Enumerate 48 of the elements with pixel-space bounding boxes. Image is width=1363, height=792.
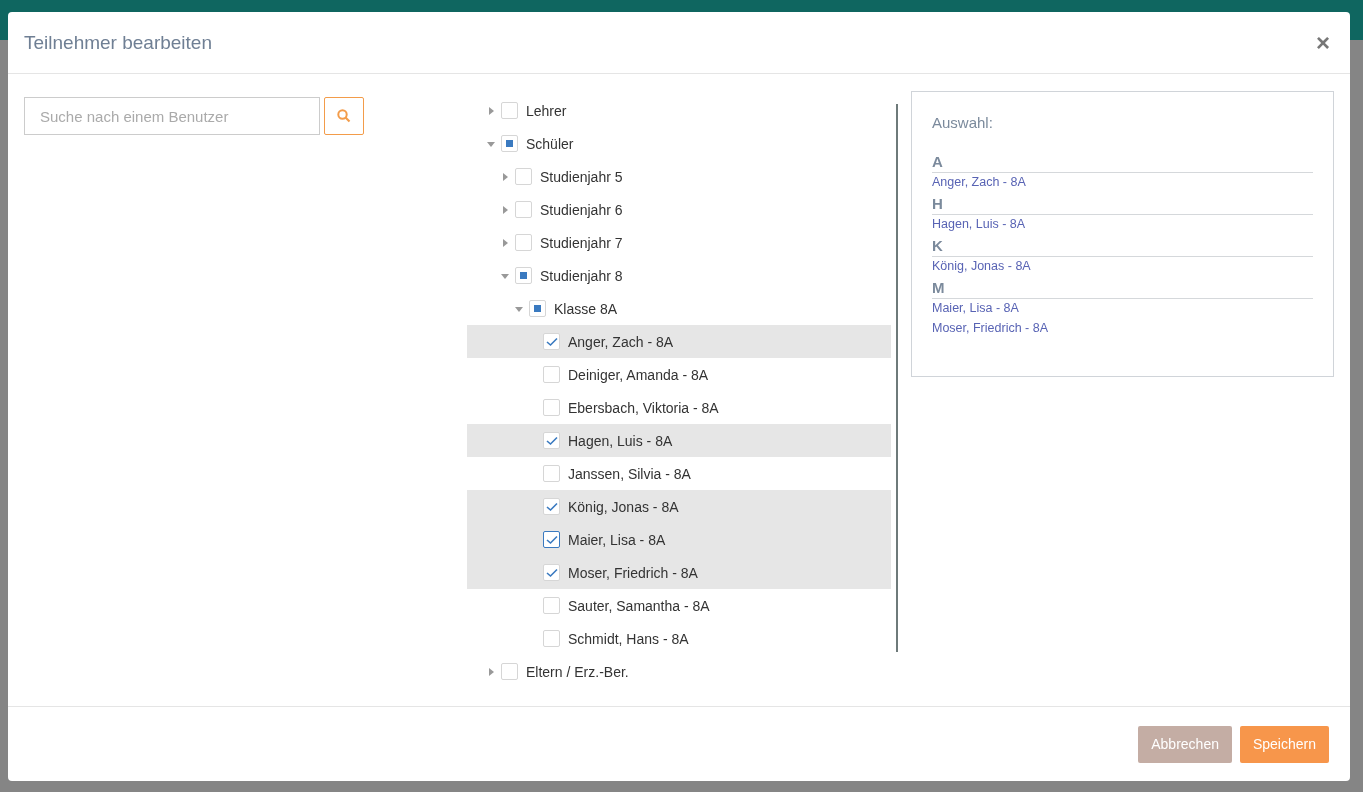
caret-down-icon[interactable] <box>515 304 523 313</box>
tree-item-label[interactable]: Studienjahr 6 <box>540 201 623 218</box>
caret-right-icon[interactable] <box>487 106 495 115</box>
group-letter: K <box>932 237 1313 257</box>
tree-item-label[interactable]: Hagen, Luis - 8A <box>568 432 673 449</box>
search-field[interactable]: Suche nach einem Benutzer <box>24 97 320 135</box>
caret-right-icon[interactable] <box>501 205 509 214</box>
tree-item-label[interactable]: Ebersbach, Viktoria - 8A <box>568 399 719 416</box>
tree-item-label[interactable]: Deiniger, Amanda - 8A <box>568 366 709 383</box>
check-icon <box>545 501 558 512</box>
caret-down-icon[interactable] <box>501 271 509 280</box>
check-icon <box>545 567 558 578</box>
close-button[interactable]: × <box>1312 28 1334 57</box>
selected-user: Anger, Zach - 8A <box>932 175 1027 191</box>
tree-item-label[interactable]: Schüler <box>526 135 574 152</box>
tree-item-label[interactable]: Moser, Friedrich - 8A <box>568 564 698 581</box>
selected-user: König, Jonas - 8A <box>932 259 1032 275</box>
tree-item-label[interactable]: Anger, Zach - 8A <box>568 333 674 350</box>
caret-right-icon[interactable] <box>501 172 509 181</box>
scrollbar[interactable] <box>896 104 898 652</box>
group-letter: H <box>932 195 1313 215</box>
group-letter: A <box>932 153 1313 173</box>
dialog-title: Teilnehmer bearbeiten <box>24 31 212 54</box>
search-icon <box>337 109 351 123</box>
group-letter: M <box>932 279 1313 299</box>
caret-right-icon[interactable] <box>487 667 495 676</box>
check-icon <box>545 435 558 446</box>
selected-user: Hagen, Luis - 8A <box>932 217 1027 233</box>
tree-item-label[interactable]: Maier, Lisa - 8A <box>568 531 666 548</box>
tree-item-label[interactable]: Sauter, Samantha - 8A <box>568 597 710 614</box>
check-icon <box>545 534 558 545</box>
tree-item-label[interactable]: Studienjahr 8 <box>540 267 623 284</box>
tree-item-label[interactable]: Schmidt, Hans - 8A <box>568 630 689 647</box>
tree-item-label[interactable]: Studienjahr 7 <box>540 234 623 251</box>
selected-user: Moser, Friedrich - 8A <box>932 321 1049 337</box>
tree-item-label[interactable]: Eltern / Erz.-Ber. <box>526 663 629 680</box>
selection-title: Auswahl: <box>932 114 994 131</box>
caret-right-icon[interactable] <box>501 238 509 247</box>
check-icon <box>545 336 558 347</box>
tree-item-label[interactable]: Lehrer <box>526 102 567 119</box>
checkbox[interactable] <box>543 531 560 548</box>
search-button[interactable] <box>324 97 364 135</box>
tree-item-label[interactable]: Janssen, Silvia - 8A <box>568 465 691 482</box>
tree-item-label[interactable]: Studienjahr 5 <box>540 168 623 185</box>
selected-user: Maier, Lisa - 8A <box>932 301 1020 317</box>
tree-item-label[interactable]: König, Jonas - 8A <box>568 498 679 515</box>
caret-down-icon[interactable] <box>487 139 495 148</box>
tree-item-label[interactable]: Klasse 8A <box>554 300 618 317</box>
